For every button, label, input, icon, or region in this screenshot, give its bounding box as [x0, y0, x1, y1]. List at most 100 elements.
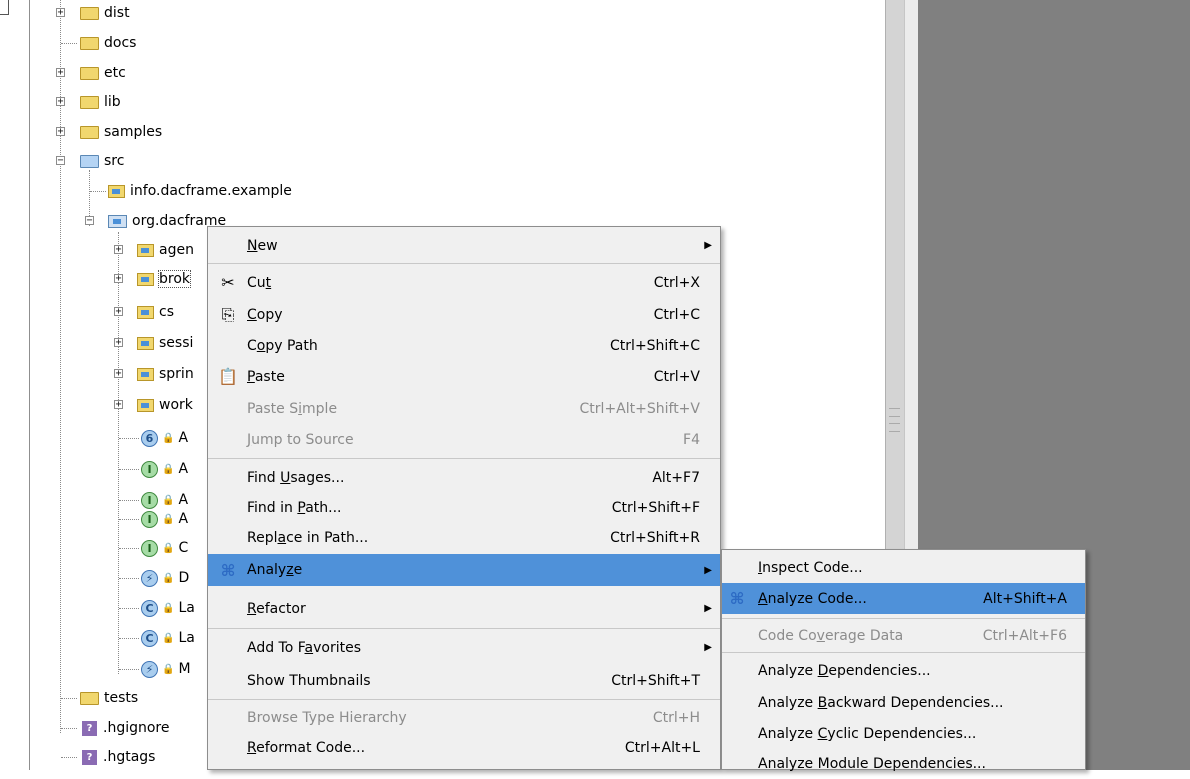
analyze-submenu: Inspect Code... ⌘ Analyze Code... Alt+Sh… — [721, 549, 1086, 772]
tree-connector — [61, 757, 77, 758]
menu-item-refactor[interactable]: Refactor ▶ — [208, 593, 720, 624]
menu-item-cut[interactable]: ✂ Cut Ctrl+X — [208, 267, 720, 298]
menu-item-add-to-favorites[interactable]: Add To Favorites ▶ — [208, 632, 720, 663]
collapse-toggle[interactable]: − — [85, 216, 94, 226]
package-icon — [137, 305, 154, 319]
expand-toggle[interactable]: + — [56, 97, 65, 107]
menu-item-new[interactable]: New ▶ — [208, 230, 720, 261]
expand-toggle[interactable]: + — [114, 338, 123, 348]
menu-item-analyze[interactable]: ⌘ Analyze ▶ — [208, 554, 720, 586]
tree-package[interactable]: brok — [137, 268, 192, 290]
menu-label: Replace in Path... — [247, 529, 369, 546]
expand-toggle[interactable]: + — [114, 369, 123, 379]
menu-item-analyze-cyclic-dependencies[interactable]: Analyze Cyclic Dependencies... — [722, 718, 1085, 749]
tree-label: lib — [104, 94, 121, 110]
menu-item-show-thumbnails[interactable]: Show Thumbnails Ctrl+Shift+T — [208, 665, 720, 696]
tree-label: brok — [157, 270, 192, 288]
menu-item-paste-simple: Paste Simple Ctrl+Alt+Shift+V — [208, 393, 720, 424]
expand-toggle[interactable]: + — [56, 127, 65, 137]
tree-package[interactable]: sessi — [137, 332, 193, 354]
lock-icon: 🔒 — [162, 572, 175, 584]
interface-icon: I — [141, 539, 158, 557]
tree-interface[interactable]: I 🔒 A — [141, 508, 188, 530]
abstract-class-icon: ⚡ — [141, 660, 158, 678]
menu-item-analyze-backward-dependencies[interactable]: Analyze Backward Dependencies... — [722, 687, 1085, 718]
tree-package[interactable]: sprin — [137, 363, 194, 385]
interface-icon: I — [141, 510, 158, 528]
tree-package[interactable]: work — [137, 394, 193, 416]
tree-class[interactable]: C 🔒 La — [141, 627, 195, 649]
folder-icon — [80, 691, 99, 705]
tree-package[interactable]: agen — [137, 239, 194, 261]
tree-folder[interactable]: dist — [80, 2, 130, 24]
folder-icon — [80, 95, 99, 109]
tree-class[interactable]: 6 🔒 A — [141, 427, 188, 449]
lock-icon: 🔒 — [162, 463, 175, 475]
tree-file[interactable]: ? .hgignore — [82, 717, 170, 739]
menu-separator — [208, 263, 720, 264]
chevron-right-icon: ▶ — [704, 642, 712, 653]
tree-folder[interactable]: docs — [80, 32, 136, 54]
menu-shortcut: Ctrl+C — [653, 306, 700, 323]
tree-folder[interactable]: lib — [80, 91, 121, 113]
tree-connector — [61, 698, 77, 699]
tree-class[interactable]: ⚡ 🔒 D — [141, 567, 189, 589]
interface-icon: I — [141, 460, 158, 478]
tree-package[interactable]: info.dacframe.example — [108, 180, 292, 202]
folder-icon — [80, 125, 99, 139]
interface-icon: I — [141, 491, 158, 509]
menu-item-copy[interactable]: ⎘ Copy Ctrl+C — [208, 299, 720, 330]
splitter-grip[interactable] — [889, 408, 900, 432]
tree-connector — [61, 43, 77, 44]
menu-item-inspect-code[interactable]: Inspect Code... — [722, 552, 1085, 583]
menu-label: Find Usages... — [247, 469, 345, 486]
tree-connector — [119, 438, 139, 439]
menu-label: Copy — [247, 306, 283, 323]
menu-item-reformat-code[interactable]: Reformat Code... Ctrl+Alt+L — [208, 732, 720, 763]
expand-toggle[interactable]: + — [114, 245, 123, 255]
menu-item-analyze-code[interactable]: ⌘ Analyze Code... Alt+Shift+A — [722, 583, 1085, 614]
folder-icon — [80, 66, 99, 80]
tree-folder-src[interactable]: src — [80, 150, 124, 172]
tree-package[interactable]: cs — [137, 301, 174, 323]
scissors-icon: ✂ — [221, 273, 235, 292]
package-icon — [137, 367, 154, 381]
menu-item-analyze-dependencies[interactable]: Analyze Dependencies... — [722, 655, 1085, 686]
tree-label: .hgignore — [103, 720, 170, 736]
tree-connector — [119, 578, 139, 579]
tree-label: A — [178, 430, 189, 446]
menu-item-paste[interactable]: 📋 Paste Ctrl+V — [208, 361, 720, 392]
tree-label: La — [178, 600, 195, 616]
tree-folder[interactable]: samples — [80, 121, 162, 143]
collapse-toggle[interactable]: − — [56, 156, 65, 166]
tree-class[interactable]: C 🔒 La — [141, 597, 195, 619]
expand-toggle[interactable]: + — [114, 307, 123, 317]
tree-class[interactable]: ⚡ 🔒 M — [141, 658, 191, 680]
tree-file[interactable]: ? .hgtags — [82, 746, 155, 768]
tree-folder[interactable]: tests — [80, 687, 138, 709]
expand-toggle[interactable]: + — [114, 400, 123, 410]
menu-item-copy-path[interactable]: Copy Path Ctrl+Shift+C — [208, 330, 720, 361]
menu-item-replace-in-path[interactable]: Replace in Path... Ctrl+Shift+R — [208, 522, 720, 553]
menu-label: Show Thumbnails — [247, 672, 371, 689]
runnable-class-icon: C — [141, 599, 158, 617]
expand-toggle[interactable]: + — [114, 274, 123, 284]
menu-separator — [722, 652, 1085, 653]
menu-item-find-usages[interactable]: Find Usages... Alt+F7 — [208, 462, 720, 493]
expand-toggle[interactable]: + — [56, 8, 65, 18]
chevron-right-icon: ▶ — [704, 240, 712, 251]
menu-item-find-in-path[interactable]: Find in Path... Ctrl+Shift+F — [208, 492, 720, 523]
tree-interface[interactable]: I 🔒 C — [141, 537, 188, 559]
tree-folder[interactable]: etc — [80, 62, 126, 84]
tree-interface[interactable]: I 🔒 A — [141, 458, 188, 480]
tree-connector — [119, 608, 139, 609]
tree-label: A — [178, 511, 189, 527]
menu-separator — [208, 699, 720, 700]
expand-toggle[interactable]: + — [56, 68, 65, 78]
menu-item-analyze-module-dependencies[interactable]: Analyze Module Dependencies... — [722, 748, 1085, 779]
analyze-icon: ⌘ — [729, 589, 745, 608]
menu-label: Copy Path — [247, 337, 318, 354]
tree-label: agen — [159, 242, 194, 258]
menu-shortcut: Ctrl+Shift+R — [610, 529, 700, 546]
tree-label: sessi — [159, 335, 194, 351]
